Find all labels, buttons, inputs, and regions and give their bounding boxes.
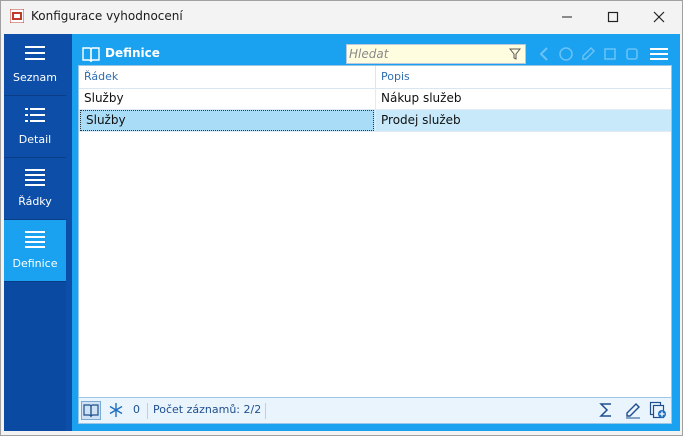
add-record-icon <box>649 401 666 419</box>
search-box <box>346 44 526 64</box>
window-title: Konfigurace vyhodnocení <box>31 9 183 23</box>
cell-radek-focused[interactable]: Služby <box>80 110 374 131</box>
delete-icon <box>626 48 638 60</box>
nav-label-detail: Detail <box>18 133 52 146</box>
hamburger-menu-icon[interactable] <box>650 47 668 61</box>
minimize-icon <box>562 16 572 17</box>
panel-title: Definice <box>105 46 160 60</box>
edit-icon <box>626 403 640 419</box>
definition-list-icon <box>25 231 45 248</box>
edit-disabled-icon <box>582 46 596 60</box>
book-icon <box>82 47 100 62</box>
snowflake-icon <box>109 403 123 417</box>
freeze-button[interactable] <box>107 401 127 420</box>
sum-button[interactable] <box>597 401 617 420</box>
nav-item-definice[interactable]: Definice <box>4 220 66 282</box>
detail-list-icon <box>25 108 45 122</box>
edit-button[interactable] <box>624 401 644 420</box>
filter-icon[interactable] <box>509 48 521 60</box>
nav-item-seznam[interactable]: Seznam <box>4 34 66 96</box>
data-grid: Řádek Popis Služby Nákup služeb Služby P… <box>78 65 672 398</box>
back-arrow-icon <box>539 47 548 61</box>
column-header-radek[interactable]: Řádek <box>79 66 375 88</box>
record-count: Počet záznamů: 2/2 <box>153 403 262 416</box>
sum-icon <box>599 403 611 417</box>
nav-label-seznam: Seznam <box>13 71 57 84</box>
status-bar: 0 Počet záznamů: 2/2 <box>78 398 672 424</box>
cell-popis[interactable]: Nákup služeb <box>376 88 671 109</box>
maximize-button[interactable] <box>590 1 636 32</box>
info-icon <box>559 47 573 61</box>
side-navigation: Seznam Detail Řádky Definice <box>4 34 66 431</box>
list-icon <box>25 46 45 60</box>
book-view-button[interactable] <box>81 401 101 420</box>
nav-item-radky[interactable]: Řádky <box>4 158 66 220</box>
copy-icon <box>604 48 616 60</box>
add-record-button[interactable] <box>649 401 669 420</box>
search-input[interactable] <box>349 46 505 62</box>
panel-header: Definice <box>78 43 672 65</box>
rows-icon <box>25 169 45 186</box>
maximize-icon <box>607 11 619 22</box>
nav-item-detail[interactable]: Detail <box>4 96 66 158</box>
nav-label-radky: Řádky <box>18 195 52 208</box>
cell-radek[interactable]: Služby <box>79 88 375 109</box>
title-bar: Konfigurace vyhodnocení <box>1 1 682 32</box>
cell-popis[interactable]: Prodej služeb <box>376 110 671 131</box>
close-button[interactable] <box>636 1 682 32</box>
table-row[interactable]: Služby Nákup služeb <box>79 88 671 110</box>
status-separator <box>147 403 148 419</box>
status-separator <box>265 403 266 419</box>
column-header-popis[interactable]: Popis <box>376 66 671 88</box>
minimize-button[interactable] <box>544 1 590 32</box>
table-row-selected[interactable]: Služby Prodej služeb <box>79 110 671 132</box>
app-icon <box>10 9 24 23</box>
frozen-count: 0 <box>133 403 140 416</box>
book-icon <box>83 404 99 418</box>
close-icon <box>653 11 665 22</box>
grid-header: Řádek Popis <box>79 66 671 89</box>
nav-label-definice: Definice <box>12 257 58 270</box>
